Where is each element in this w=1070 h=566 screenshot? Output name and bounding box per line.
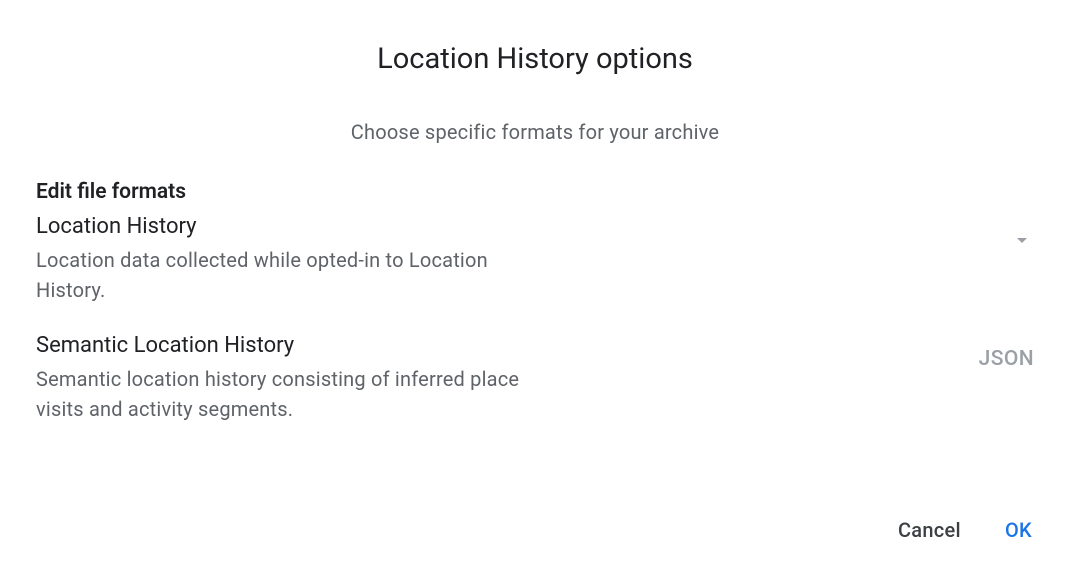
- cancel-button[interactable]: Cancel: [896, 512, 963, 548]
- format-value: JSON: [979, 347, 1034, 371]
- format-row-semantic-location-history[interactable]: Semantic Location History Semantic locat…: [36, 333, 1034, 424]
- dialog-subtitle: Choose specific formats for your archive: [36, 120, 1034, 144]
- format-right: [1010, 214, 1034, 252]
- format-description: Location data collected while opted-in t…: [36, 245, 556, 305]
- format-row-location-history[interactable]: Location History Location data collected…: [36, 214, 1034, 305]
- format-title: Semantic Location History: [36, 333, 556, 358]
- ok-button[interactable]: OK: [1003, 512, 1034, 548]
- dialog-actions: Cancel OK: [896, 512, 1034, 548]
- dialog-title: Location History options: [36, 42, 1034, 76]
- chevron-down-icon[interactable]: [1010, 228, 1034, 252]
- format-title: Location History: [36, 214, 556, 239]
- format-description: Semantic location history consisting of …: [36, 364, 556, 424]
- section-header: Edit file formats: [36, 180, 1034, 204]
- format-left: Location History Location data collected…: [36, 214, 556, 305]
- format-right: JSON: [979, 333, 1034, 371]
- format-left: Semantic Location History Semantic locat…: [36, 333, 556, 424]
- dialog: Location History options Choose specific…: [0, 0, 1070, 482]
